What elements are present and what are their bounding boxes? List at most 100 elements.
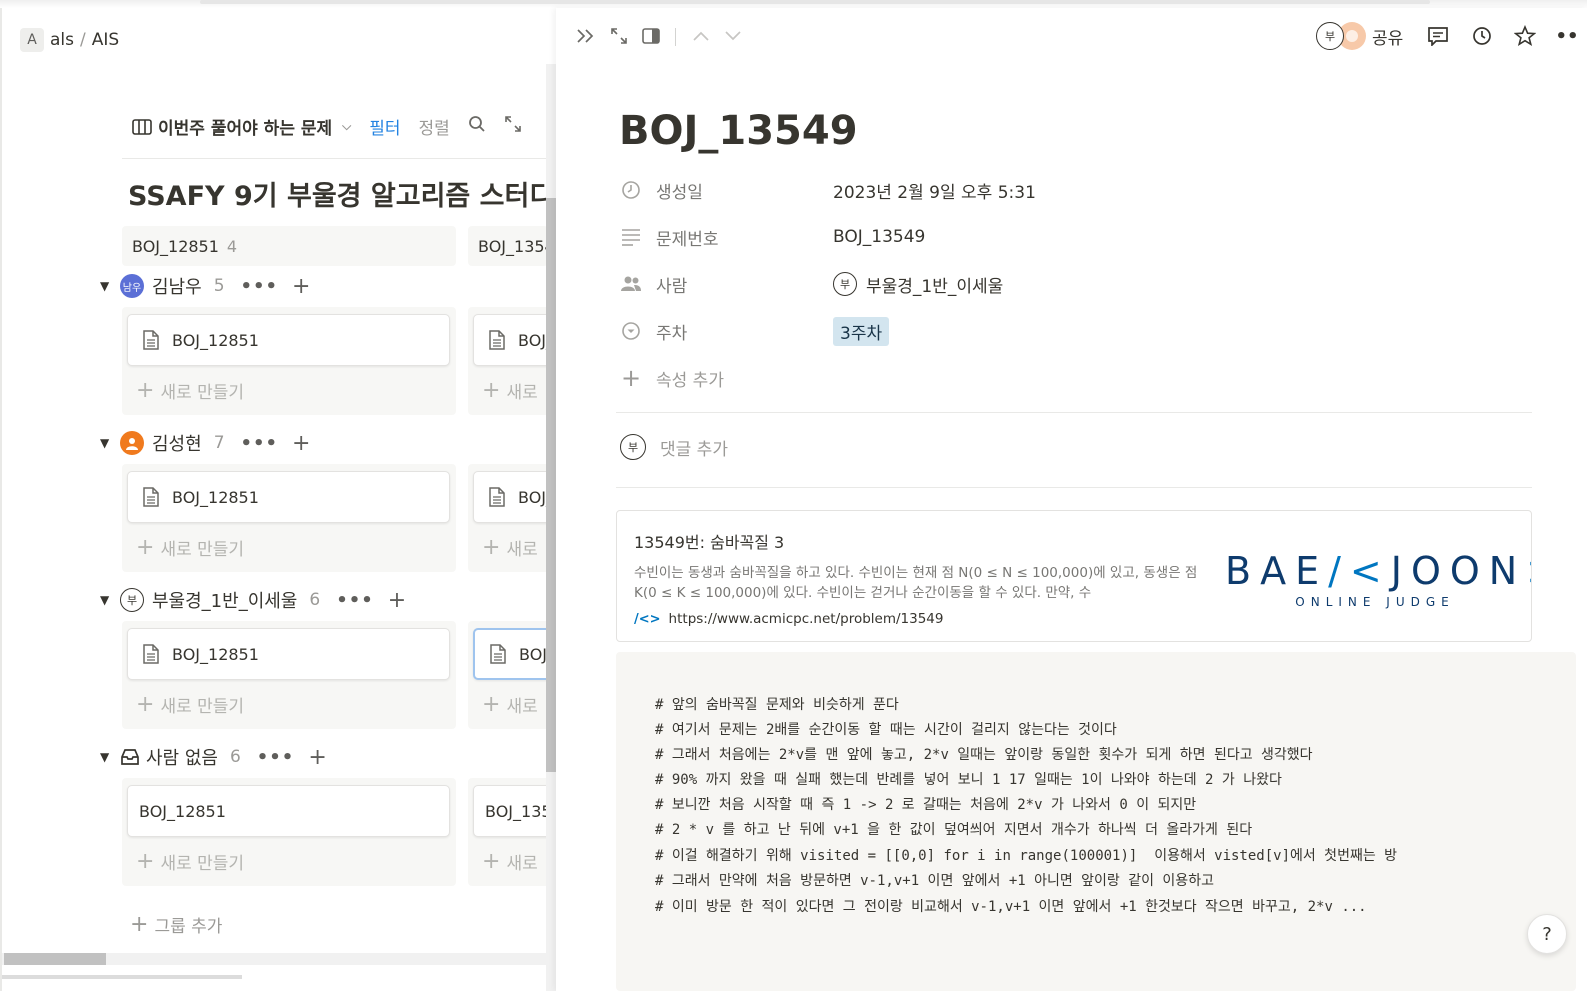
search-icon[interactable] <box>468 115 486 138</box>
horizontal-scrollbar[interactable] <box>2 953 546 965</box>
collapse-triangle-icon[interactable]: ▼ <box>100 279 120 293</box>
vertical-scrollbar[interactable] <box>546 64 556 991</box>
more-options-icon[interactable]: ••• <box>336 590 374 611</box>
logo-accent: /< <box>1328 549 1391 593</box>
avatar <box>120 431 144 455</box>
history-clock-icon[interactable] <box>1470 24 1494 48</box>
chevron-up-icon[interactable] <box>689 24 713 48</box>
property-value: BOJ_13549 <box>833 227 926 247</box>
page-title[interactable]: BOJ_13549 <box>619 108 858 154</box>
chevron-down-icon[interactable] <box>721 24 745 48</box>
collapse-triangle-icon[interactable]: ▼ <box>100 436 120 450</box>
add-group-button[interactable]: + 그룹 추가 <box>130 912 222 937</box>
page-icon <box>143 330 159 350</box>
bookmark-block[interactable]: 13549번: 숨바꼭질 3 수빈이는 동생과 숨바꼭질을 하고 있다. 수빈이… <box>616 510 1532 642</box>
more-options-icon[interactable]: ••• <box>241 433 279 454</box>
new-card-button[interactable]: + 새로 만들기 <box>136 530 244 564</box>
group-header-busan-1[interactable]: ▼ 부 부울경_1반_이세울 6 ••• + <box>100 585 406 615</box>
add-property-button[interactable]: + 속성 추가 <box>620 364 724 392</box>
avatar: 부 <box>1316 22 1344 50</box>
board-card[interactable]: BOJ_12851 <box>127 314 450 366</box>
new-card-label: 새로 만들기 <box>160 382 245 403</box>
column-label: BOJ_12851 <box>132 236 219 256</box>
divider <box>616 487 1532 488</box>
add-card-icon[interactable]: + <box>292 274 310 299</box>
board-view-icon <box>132 118 152 135</box>
plus-icon: + <box>136 848 155 874</box>
new-card-button[interactable]: + 새로 만들기 <box>136 844 244 878</box>
code-block[interactable]: # 앞의 숨바꼭질 문제와 비슷하게 푼다 # 여기서 문제는 2배를 순간이동… <box>616 652 1576 991</box>
view-selector[interactable]: 이번주 풀어야 하는 문제 ⌵ <box>132 114 351 139</box>
board-card[interactable]: BOJ_12851 <box>127 785 450 837</box>
property-created[interactable]: 생성일 2023년 2월 9일 오후 5:31 <box>620 173 1036 207</box>
breadcrumb-separator: / <box>80 30 86 50</box>
code-line: # 앞의 숨바꼭질 문제와 비슷하게 푼다 <box>655 697 899 713</box>
breadcrumb-item-als[interactable]: als <box>50 30 74 50</box>
comment-icon[interactable] <box>1426 24 1450 48</box>
column-header-boj-12851[interactable]: BOJ_12851 4 <box>122 226 456 266</box>
new-card-button[interactable]: + 새로 <box>482 844 538 878</box>
new-card-button[interactable]: + 새로 <box>482 530 538 564</box>
group-header-no-person[interactable]: ▼ 사람 없음 6 ••• + <box>100 742 327 772</box>
property-problem-number[interactable]: 문제번호 BOJ_13549 <box>620 220 925 254</box>
new-card-button[interactable]: + 새로 <box>482 373 538 407</box>
board-card[interactable]: BOJ_12851 <box>127 628 450 680</box>
property-week[interactable]: 주차 3주차 <box>620 314 890 348</box>
logo-subtitle: ONLINE JUDGE <box>1295 595 1455 609</box>
board-card[interactable]: BOJ_13549 <box>473 471 556 523</box>
collapse-triangle-icon[interactable]: ▼ <box>100 750 120 764</box>
share-button[interactable]: 부 공유 <box>1316 22 1403 50</box>
collapse-triangle-icon[interactable]: ▼ <box>100 593 120 607</box>
logo-part: BAE <box>1225 549 1329 593</box>
code-line: # 보니깐 처음 시작할 때 즉 1 -> 2 로 갈때는 처음에 2*v 가 … <box>655 797 1197 813</box>
column-label: BOJ_13549 <box>478 236 548 256</box>
divider <box>616 412 1532 413</box>
more-options-icon[interactable]: ••• <box>257 747 295 768</box>
new-card-label: 새로 <box>506 853 538 874</box>
code-line: # 여기서 문제는 2배를 순간이동 할 때는 시간이 걸리지 않는다는 것이다 <box>655 722 1117 738</box>
favorite-star-icon[interactable] <box>1513 24 1537 48</box>
filter-button[interactable]: 필터 <box>369 114 400 139</box>
plus-icon: + <box>130 912 149 937</box>
column-count: 4 <box>226 236 238 256</box>
person-name: 부울경_1반_이세울 <box>866 276 1004 297</box>
workspace-icon[interactable]: A <box>20 28 44 52</box>
peek-topbar: 부 공유 •• <box>556 8 1587 64</box>
board-card[interactable]: BOJ_12851 <box>127 471 450 523</box>
board-card[interactable]: BOJ_13549 <box>473 314 556 366</box>
text-lines-icon <box>620 226 642 248</box>
baekjoon-logo: BAE/<JOON> ONLINE JUDGE <box>1225 549 1531 609</box>
open-full-page-icon[interactable] <box>607 24 631 48</box>
group-header-kim-seonghyeon[interactable]: ▼ 김성현 7 ••• + <box>100 428 310 458</box>
column-header-boj-13549[interactable]: BOJ_13549 <box>468 226 548 266</box>
sort-button[interactable]: 정렬 <box>419 114 450 139</box>
more-options-icon[interactable]: •• <box>1555 24 1579 48</box>
board-card[interactable]: BOJ_13549 <box>473 785 556 837</box>
side-peek-toggle-icon[interactable] <box>639 24 663 48</box>
group-count: 6 <box>309 590 321 610</box>
toolbar-divider <box>675 28 676 46</box>
more-options-icon[interactable]: ••• <box>241 276 279 297</box>
card-title: BOJ_12851 <box>139 801 226 821</box>
add-card-icon[interactable]: + <box>388 588 406 613</box>
scrollbar-thumb[interactable] <box>4 953 106 965</box>
close-peek-icon[interactable] <box>574 24 598 48</box>
add-card-icon[interactable]: + <box>292 431 310 456</box>
plus-icon: + <box>136 534 155 560</box>
scrollbar-thumb[interactable] <box>546 198 556 772</box>
breadcrumb-item-ais[interactable]: AIS <box>92 30 119 50</box>
board-card-selected[interactable]: BOJ_13549 <box>473 628 556 680</box>
group-count: 5 <box>213 276 225 296</box>
property-person[interactable]: 사람 부 부울경_1반_이세울 <box>620 267 1003 301</box>
help-button[interactable]: ? <box>1527 914 1567 954</box>
expand-icon[interactable] <box>504 115 522 138</box>
group-header-kim-namwoo[interactable]: ▼ 남우 김남우 5 ••• + <box>100 271 310 301</box>
group-name: 사람 없음 <box>146 748 218 769</box>
new-card-button[interactable]: + 새로 만들기 <box>136 687 244 721</box>
new-card-button[interactable]: + 새로 만들기 <box>136 373 244 407</box>
plus-icon: + <box>482 691 501 717</box>
comment-input[interactable]: 부 댓글 추가 <box>620 434 728 460</box>
add-card-icon[interactable]: + <box>308 745 326 770</box>
new-card-button[interactable]: + 새로 <box>482 687 538 721</box>
database-title[interactable]: SSAFY 9기 부울경 알고리즘 스터디 <box>128 174 554 213</box>
